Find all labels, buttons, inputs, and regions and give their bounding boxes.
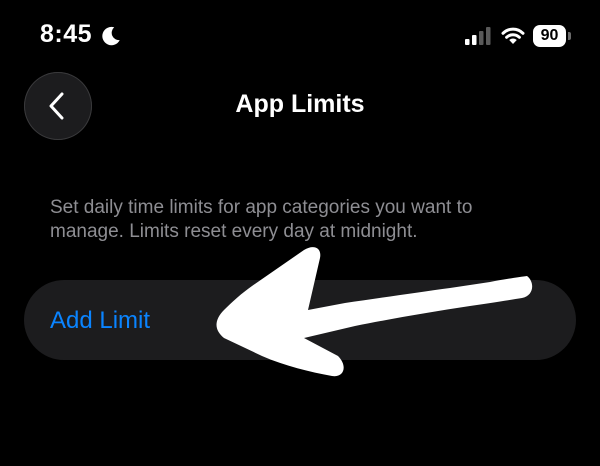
moon-icon xyxy=(102,26,120,46)
cellular-signal-icon xyxy=(465,27,491,45)
wifi-icon xyxy=(501,27,525,44)
battery-nub xyxy=(568,32,571,40)
page-title: App Limits xyxy=(235,90,365,118)
add-limit-button[interactable]: Add Limit xyxy=(24,280,576,360)
battery-level: 90 xyxy=(533,25,566,47)
status-bar: 8:45 90 xyxy=(0,0,600,72)
app-limits-description: Set daily time limits for app categories… xyxy=(50,197,473,242)
status-time: 8:45 xyxy=(40,20,93,48)
add-limit-label: Add Limit xyxy=(50,307,151,334)
battery-indicator: 90 xyxy=(533,25,571,47)
